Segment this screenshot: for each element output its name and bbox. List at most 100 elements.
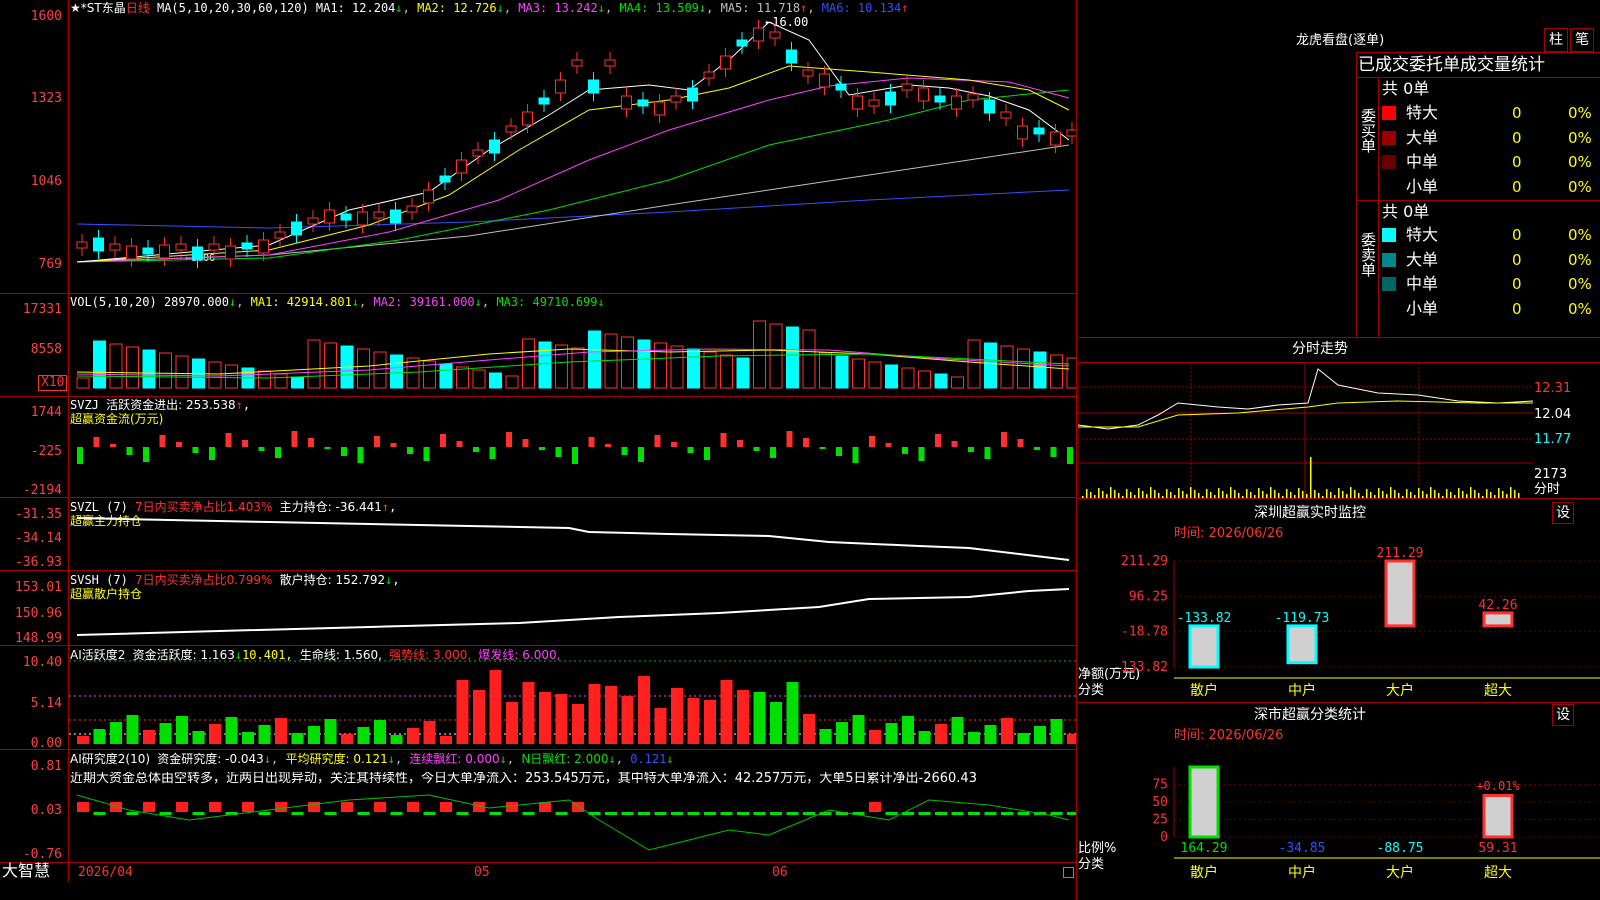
volume-bar [637, 339, 651, 389]
sz-monitor-ytick: -133.82 [1113, 660, 1168, 675]
volume-bar [373, 351, 387, 389]
flow-bar [423, 447, 430, 461]
research-bar [143, 802, 155, 812]
sz-monitor-ytick: 211.29 [1121, 554, 1168, 569]
activity-bar [869, 730, 881, 744]
flow-bar [638, 447, 644, 462]
intraday-vol-bar [1430, 487, 1432, 498]
intraday-vol-bar [1434, 490, 1436, 498]
candle [76, 241, 88, 249]
candle [489, 139, 500, 154]
activity-bar [918, 731, 931, 744]
activity-bar [159, 723, 172, 744]
activity-bar [770, 702, 782, 744]
activity-bar [720, 680, 733, 744]
volume-bar [736, 357, 750, 389]
volume-bar [208, 361, 222, 389]
flow-bar [737, 440, 743, 447]
swatch [1382, 130, 1396, 145]
volume-bar [1000, 345, 1014, 389]
ai-res-ytick-1: 0.81 [30, 759, 62, 774]
row-name: 中单 [1406, 274, 1439, 293]
activity-bar [126, 715, 139, 744]
vol-ytick-2: 8558 [30, 342, 62, 357]
row-pct: 0% [1568, 177, 1592, 196]
candle [406, 205, 418, 213]
lock-icon[interactable] [1063, 867, 1074, 878]
flow-bar [374, 436, 380, 447]
flow-bar [555, 447, 562, 457]
intraday-vol-bar [1126, 489, 1128, 498]
intraday-vol-bar [1458, 488, 1460, 498]
volume-bar [786, 326, 799, 389]
intraday-vol-bar [1234, 490, 1236, 498]
flow-bar [753, 447, 760, 451]
candle [753, 27, 764, 42]
volume-bar [175, 355, 189, 389]
research-bar [968, 812, 980, 815]
volume-bar [934, 373, 948, 389]
flow-bar [605, 444, 611, 447]
row-volume: 0 [1512, 275, 1522, 293]
sz-class-bar-label: 164.29 [1181, 841, 1228, 856]
candle [126, 245, 137, 260]
sz-monitor-chart: 211.29 96.25 -18.78 -133.82 -133.82 散户 -119.73… [1113, 546, 1600, 699]
activity-bar [456, 680, 469, 744]
intraday-vol-bar [1138, 488, 1140, 498]
sz-monitor-bar-label: 211.29 [1377, 546, 1424, 561]
candle [967, 93, 979, 101]
intraday-vol-bar [1390, 487, 1392, 498]
volume-bar [76, 377, 90, 389]
intraday-vol-bar [1382, 491, 1384, 498]
candle [819, 73, 830, 88]
research-bar [489, 812, 502, 815]
research-bar [291, 812, 304, 815]
volume-bar [126, 346, 139, 389]
intraday-vol-bar [1218, 488, 1220, 498]
research-bar [1001, 812, 1013, 815]
flow-bar [720, 433, 727, 447]
activity-bar [1017, 733, 1030, 744]
ai-res-note: 近期大资金总体由空转多，近两日出现异动，关注其持续性，今日大单净流入：253.5… [70, 772, 977, 786]
row-pct: 0% [1568, 275, 1592, 293]
intraday-vol-bar [1246, 489, 1248, 498]
intraday-vol-bar [1470, 487, 1472, 498]
volume-bar [93, 340, 106, 389]
activity-bar [852, 715, 865, 744]
activity-bar [258, 725, 271, 744]
candle [720, 55, 731, 70]
tick-view-button[interactable]: 笔 [1570, 28, 1594, 52]
sz-monitor-category: 中户 [1288, 682, 1316, 699]
row-name: 小单 [1406, 176, 1439, 196]
flow-bar [143, 447, 149, 462]
svzj-ytick-3: -2194 [22, 483, 62, 498]
candle [340, 213, 352, 221]
sz-class-settings-button[interactable]: 设 [1552, 704, 1574, 726]
activity-bar [654, 708, 667, 744]
candle [934, 95, 946, 103]
chart-area[interactable]: ★*ST东晶日线 MA(5,10,20,30,60,120) MA1: 12.2… [0, 0, 1077, 900]
buy-row: 小单 0 0% [1382, 176, 1600, 198]
intraday-vol-bar [1286, 489, 1288, 498]
candle [736, 39, 748, 47]
activity-bar [489, 670, 502, 744]
intraday-vol-bar [1510, 487, 1512, 498]
candle [225, 245, 236, 260]
row-volume: 0 [1512, 153, 1522, 171]
candle [274, 231, 286, 239]
candle [1066, 129, 1076, 137]
activity-bar [275, 718, 287, 744]
sz-class-category: 大户 [1386, 864, 1414, 881]
volume-bar [852, 358, 865, 389]
sz-class-extra-label: +0.01% [1476, 779, 1520, 793]
activity-bar [1067, 734, 1076, 744]
sz-monitor-settings-button[interactable]: 设 [1552, 502, 1574, 524]
candle [621, 95, 632, 110]
intraday-vol-bar [1270, 487, 1272, 498]
candle [456, 159, 467, 174]
intraday-vol-bar [1514, 490, 1516, 498]
sz-monitor-bar [1384, 559, 1416, 628]
activity-bar [522, 682, 535, 744]
vol-ytick-1: 17331 [22, 302, 62, 317]
column-view-button[interactable]: 柱 [1544, 28, 1568, 52]
